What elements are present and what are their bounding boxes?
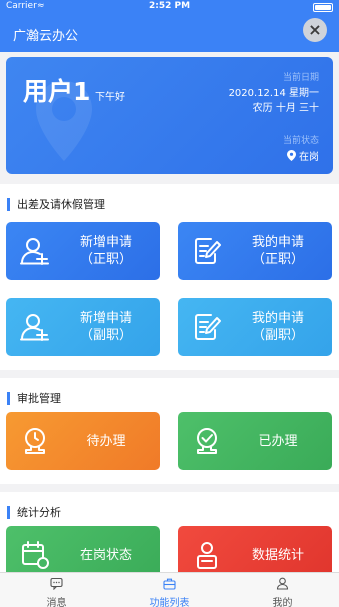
section-accent-bar [7,197,10,211]
tile-label: 我的申请 （副职） [230,298,326,356]
tile-label-main: 新增申请 [79,235,132,250]
lunar-date: 农历 十月 三十 [252,103,319,114]
tile-label-sub: （副职） [79,328,132,343]
tile-label-main: 在岗状态 [79,547,132,563]
profile-icon [276,577,289,590]
tile-label: 新增申请 （副职） [58,298,154,356]
pending-stamp-icon [25,428,45,454]
current-date: 2020.12.14 星期一 [228,88,319,99]
my-applications-regular-button[interactable]: 我的申请 （正职） [178,222,332,280]
tab-messages[interactable]: 消息 [0,573,113,607]
message-icon [50,577,63,590]
close-button[interactable]: × [303,18,327,42]
location-pin-icon [287,150,296,161]
section-statistics: 统计分析 在岗状态 数据统计 [0,492,339,572]
user-info-card: 用户1 下午好 当前日期 2020.12.14 星期一 农历 十月 三十 当前状… [6,57,333,174]
section-title: 审批管理 [17,392,61,405]
section-header: 审批管理 [7,390,61,406]
section-approval: 审批管理 待办理 已办理 [0,378,339,484]
pending-approvals-button[interactable]: 待办理 [6,412,160,470]
my-applications-deputy-button[interactable]: 我的申请 （副职） [178,298,332,356]
tile-label-main: 数据统计 [251,547,304,563]
section-accent-bar [7,505,10,519]
approved-stamp-icon [197,428,217,454]
status-bar: Carrier ≈ 2:52 PM [0,0,339,14]
nav-bar: 广瀚云办公 × [0,14,339,52]
calendar-clock-icon [22,541,49,569]
tab-label: 功能列表 [149,598,190,607]
section-header: 统计分析 [7,504,61,520]
close-icon: × [308,20,322,39]
tile-label-main: 我的申请 [251,235,304,250]
tile-label-sub: （正职） [79,252,132,267]
data-statistics-button[interactable]: 数据统计 [178,526,332,572]
date-label: 当前日期 [282,73,319,83]
section-accent-bar [7,391,10,405]
tab-function-list[interactable]: 功能列表 [113,573,226,607]
current-status: 在岗 [287,148,319,163]
section-header: 出差及请休假管理 [7,196,105,212]
document-edit-icon [195,238,221,264]
tile-label-main: 待办理 [86,433,126,449]
tile-label: 待办理 [58,412,154,470]
section-title: 出差及请休假管理 [17,198,105,211]
page-title: 广瀚云办公 [13,29,79,44]
add-user-icon [20,314,49,341]
user-name: 用户1 [23,77,91,106]
tile-label-main: 新增申请 [79,311,132,326]
new-application-deputy-button[interactable]: 新增申请 （副职） [6,298,160,356]
tile-label-sub: （正职） [251,252,304,267]
section-title: 统计分析 [17,506,61,519]
new-application-regular-button[interactable]: 新增申请 （正职） [6,222,160,280]
tile-label: 已办理 [230,412,326,470]
document-edit-icon [195,314,221,340]
tile-label-sub: （副职） [251,328,304,343]
tile-label: 新增申请 （正职） [58,222,154,280]
user-report-icon [197,542,217,569]
tile-label: 数据统计 [230,526,326,572]
briefcase-icon [163,578,176,590]
tile-label: 我的申请 （正职） [230,222,326,280]
on-duty-status-button[interactable]: 在岗状态 [6,526,160,572]
tile-label: 在岗状态 [58,526,154,572]
tab-label: 消息 [46,598,67,607]
tab-bar: 消息 功能列表 我的 [0,572,339,607]
tab-label: 我的 [272,598,293,607]
status-text: 在岗 [299,152,319,163]
battery-icon [313,3,333,12]
section-travel-leave: 出差及请休假管理 新增申请 （正职） 我的申请 （正职） 新增申请 （副职） 我… [0,184,339,370]
tile-label-main: 已办理 [258,433,298,449]
greeting: 下午好 [95,92,125,103]
status-label: 当前状态 [282,136,319,146]
processed-approvals-button[interactable]: 已办理 [178,412,332,470]
tile-label-main: 我的申请 [251,311,304,326]
add-user-icon [20,238,49,265]
tab-me[interactable]: 我的 [226,573,339,607]
clock: 2:52 PM [148,1,191,11]
